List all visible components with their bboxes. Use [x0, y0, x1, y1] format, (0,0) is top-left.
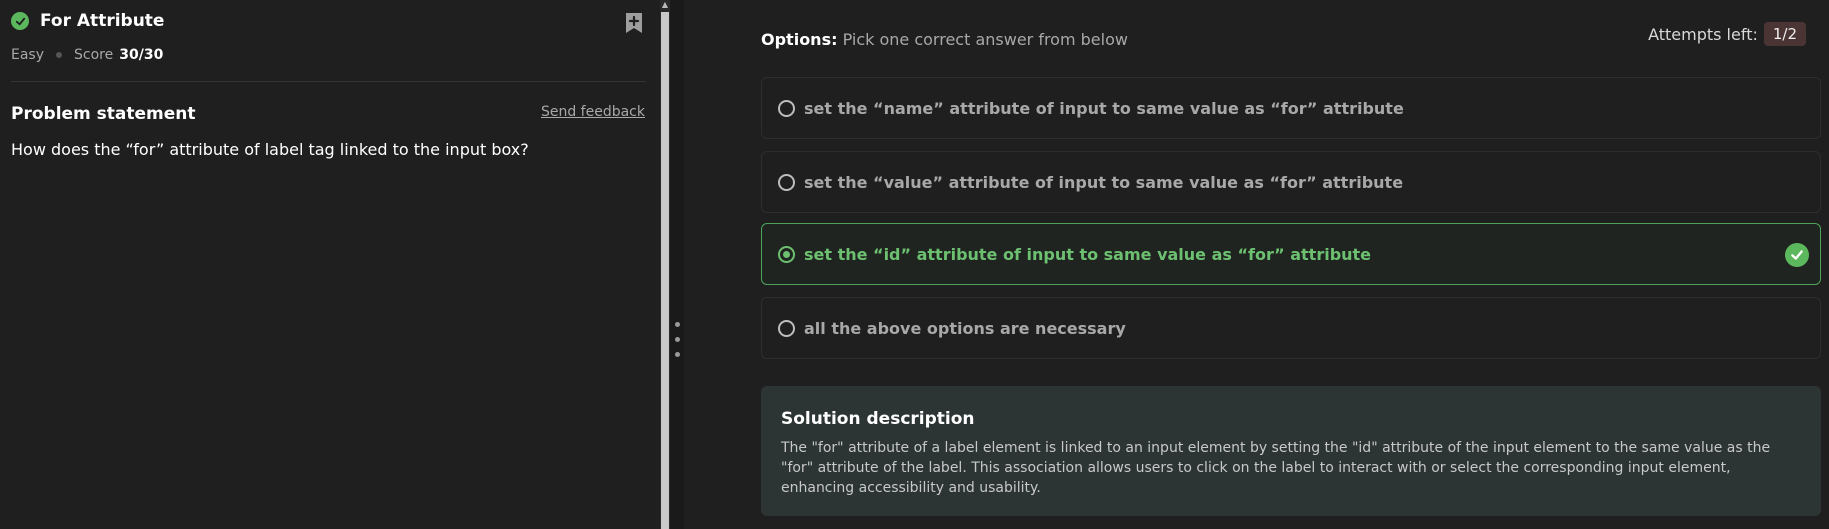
- option-text: set the “id” attribute of input to same …: [804, 244, 1372, 264]
- solution-box: Solution description The "for" attribute…: [761, 386, 1821, 516]
- solution-body: The "for" attribute of a label element i…: [781, 440, 1771, 496]
- question-text: How does the “for” attribute of label ta…: [11, 140, 529, 159]
- panel-resize-handle[interactable]: [670, 0, 684, 529]
- grip-dot: [675, 322, 680, 327]
- options-panel: Options: Pick one correct answer from be…: [684, 0, 1829, 529]
- radio-button[interactable]: [778, 173, 795, 191]
- score-value: 30/30: [119, 47, 164, 63]
- grip-dot: [675, 352, 680, 357]
- divider: [11, 81, 646, 82]
- option-text: set the “name” attribute of input to sam…: [804, 98, 1404, 118]
- option-text: all the above options are necessary: [804, 318, 1126, 338]
- separator-dot: [56, 52, 63, 58]
- score-label: Score: [74, 47, 114, 63]
- attempts-label: Attempts left:: [1648, 24, 1758, 44]
- option-2[interactable]: set the “value” attribute of input to sa…: [761, 151, 1821, 213]
- options-instruction: Options: Pick one correct answer from be…: [761, 30, 1128, 49]
- solution-heading: Solution description: [781, 409, 975, 429]
- attempts-badge: 1/2: [1763, 22, 1806, 46]
- problem-title: For Attribute: [40, 11, 165, 31]
- grip-dot: [675, 337, 680, 342]
- radio-button-selected[interactable]: [778, 245, 795, 263]
- radio-button[interactable]: [778, 319, 795, 337]
- option-1[interactable]: set the “name” attribute of input to sam…: [761, 77, 1821, 139]
- options-label-bold: Options:: [761, 30, 838, 49]
- problem-panel: For Attribute Easy Score 30/30 Problem s…: [0, 0, 660, 529]
- option-4[interactable]: all the above options are necessary: [761, 297, 1821, 359]
- correct-check-icon: [1785, 243, 1809, 267]
- radio-button[interactable]: [778, 99, 795, 117]
- left-scrollbar[interactable]: ▲: [660, 0, 670, 529]
- difficulty-label: Easy: [11, 47, 45, 63]
- options-label-rest: Pick one correct answer from below: [837, 30, 1128, 49]
- option-text: set the “value” attribute of input to sa…: [804, 172, 1404, 192]
- scroll-up-arrow-icon[interactable]: ▲: [661, 0, 669, 10]
- bookmark-icon[interactable]: [624, 12, 644, 34]
- send-feedback-link[interactable]: Send feedback: [541, 104, 645, 120]
- statement-heading: Problem statement: [11, 104, 196, 124]
- solved-check-icon: [11, 12, 29, 30]
- scroll-thumb[interactable]: [661, 12, 669, 529]
- title-row: For Attribute: [11, 11, 164, 31]
- option-3-correct[interactable]: set the “id” attribute of input to same …: [761, 223, 1821, 285]
- attempts-indicator: Attempts left: 1/2: [1648, 22, 1806, 46]
- problem-meta: Easy Score 30/30: [11, 47, 163, 63]
